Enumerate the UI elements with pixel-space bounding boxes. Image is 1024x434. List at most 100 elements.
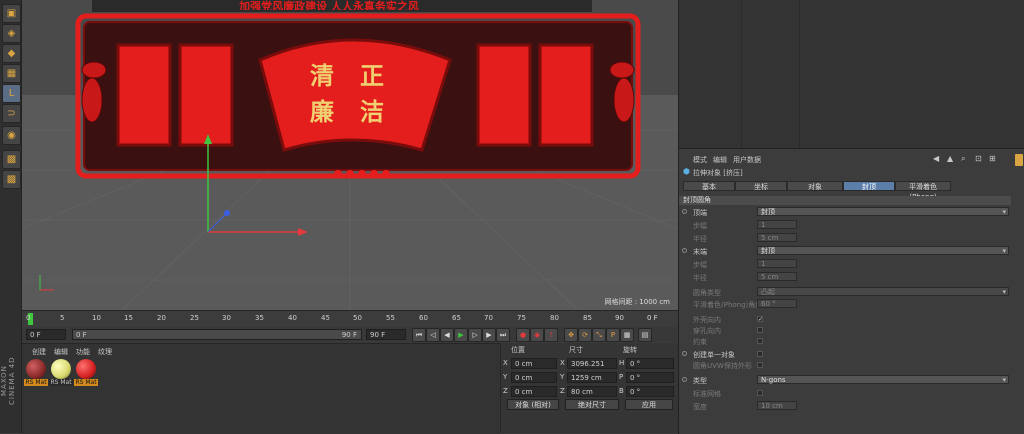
menu-user-data[interactable]: 用户数据 [733,155,761,165]
tab-object[interactable]: 对象 [787,181,843,191]
tab-basic[interactable]: 基本 [683,181,735,191]
range-slider[interactable]: 0 F 90 F [72,329,362,340]
menu-edit[interactable]: 编辑 [713,155,727,165]
hole-inward-label: 穿孔向内 [693,327,721,335]
end-frame-field[interactable]: 90 F [366,329,406,340]
point-key-icon[interactable]: ▦ [620,328,634,342]
animate-dot[interactable] [682,248,687,253]
phong-angle-field[interactable]: 60 ° [757,299,797,308]
extrude-icon: ⬢ [683,167,690,176]
next-frame-icon[interactable]: ▷ [468,328,482,342]
apply-button[interactable]: 应用 [625,399,673,410]
menu-edit[interactable]: 编辑 [54,347,68,357]
material-swatch[interactable]: RS Mat [49,359,73,386]
target-icon[interactable]: ◉ [2,126,21,145]
size-y-field[interactable]: 1259 cm [567,372,617,383]
next-key-icon[interactable]: ▶ [482,328,496,342]
end-cap-dropdown[interactable]: 封顶 [757,246,1009,256]
cube-icon[interactable]: ◆ [2,44,21,63]
checker-icon[interactable]: ▩ [2,150,21,169]
tab-phong[interactable]: 平滑着色(Phong) [895,181,951,201]
record-icon[interactable]: ● [516,328,530,342]
l-shape-icon[interactable]: L [2,84,21,103]
back-arrow-icon[interactable]: ◀ [933,154,939,163]
key-icon[interactable]: ? [544,328,558,342]
axis-b: B [619,387,624,395]
material-manager: 创建 编辑 功能 纹理 RS Mat RS Mat RS Mat [22,343,500,434]
center-text-3: 廉 [310,97,334,126]
play-icon[interactable]: ▶ [454,328,468,342]
3d-viewport[interactable]: 加强党风廉政建设 人人永真务实之风 清 正 廉 洁 网格间距 : 1000 cm [22,0,678,310]
left-toolbar: ▣ ◈ ◆ ▦ L ⊃ ◉ ▩ ▩ MAXON CINEMA 4D [0,0,22,433]
param-key-icon[interactable]: P [606,328,620,342]
menu-function[interactable]: 功能 [76,347,90,357]
position-x-field[interactable]: 0 cm [511,358,557,369]
start-frame-field[interactable]: 0 F [26,329,66,340]
radius-field[interactable]: 5 cm [757,272,797,281]
tick-label: 55 [386,314,395,322]
auto-key-icon[interactable]: ◉ [530,328,544,342]
single-object-checkbox[interactable] [757,351,763,357]
round-type-dropdown[interactable]: 凸起 [757,287,1009,297]
menu-create[interactable]: 创建 [32,347,46,357]
go-end-icon[interactable]: ⏭ [496,328,510,342]
object-title: 拉伸对象 [挤压] [693,169,743,177]
cube-icon[interactable]: ◈ [2,24,21,43]
go-start-icon[interactable]: ⏮ [412,328,426,342]
tick-label: 20 [157,314,166,322]
tab-coordinates[interactable]: 坐标 [735,181,787,191]
magnet-icon[interactable]: ⊃ [2,104,21,123]
top-cap-dropdown[interactable]: 封顶 [757,207,1009,217]
animate-dot[interactable] [682,377,687,382]
radius-field[interactable]: 5 cm [757,233,797,242]
rotate-key-icon[interactable]: ⟳ [578,328,592,342]
tick-label: 85 [583,314,592,322]
standard-mesh-checkbox[interactable] [757,390,763,396]
size-z-field[interactable]: 80 cm [567,386,617,397]
animate-dot[interactable] [682,351,687,356]
position-y-field[interactable]: 0 cm [511,372,557,383]
rotation-p-field[interactable]: 0 ° [626,372,674,383]
step-field[interactable]: 1 [757,220,797,229]
type-dropdown[interactable]: N-gons [757,375,1009,385]
scale-key-icon[interactable]: ⤡ [592,328,606,342]
size-mode-dropdown[interactable]: 绝对尺寸 [565,399,619,410]
material-swatch[interactable]: RS Mat [24,359,48,386]
rotation-b-field[interactable]: 0 ° [626,386,674,397]
width-field[interactable]: 10 cm [757,401,797,410]
constrain-checkbox[interactable] [757,338,763,344]
menu-mode[interactable]: 模式 [693,155,707,165]
width-label: 宽度 [693,403,707,411]
up-arrow-icon[interactable]: ▲ [947,154,953,163]
outer-inward-checkbox[interactable]: ✓ [757,316,763,323]
timeline-ruler[interactable]: 0 5 10 15 20 25 30 35 40 45 50 55 60 65 … [22,310,678,328]
checker-icon[interactable]: ▩ [2,170,21,189]
tick-label: 35 [255,314,264,322]
single-object-label: 创建单一对象 [693,351,735,359]
tab-caps[interactable]: 封顶 [843,181,895,191]
scroll-handle[interactable] [1015,154,1023,166]
coordinate-mode-dropdown[interactable]: 对象 (相对) [507,399,559,410]
hole-inward-checkbox[interactable] [757,327,763,333]
prev-key-icon[interactable]: ◁ [426,328,440,342]
cube-icon[interactable]: ▣ [2,4,21,23]
logo-bottom: CINEMA 4D [8,356,16,406]
grid-icon[interactable]: ▦ [2,64,21,83]
coordinates-panel: 位置 尺寸 旋转 X 0 cm X 3096.251 cm H 0 ° Y 0 … [500,343,679,433]
size-x-field[interactable]: 3096.251 cm [567,358,617,379]
center-text-2: 正 [360,61,384,90]
animate-dot[interactable] [682,209,687,214]
lock-icon[interactable]: ⊡ [975,154,982,163]
rotation-h-field[interactable]: 0 ° [626,358,674,369]
menu-texture[interactable]: 纹理 [98,347,112,357]
settings-icon[interactable]: ⊞ [989,154,996,163]
search-icon[interactable]: ⌕ [961,154,965,164]
step-field[interactable]: 1 [757,259,797,268]
axis-y: Y [560,373,565,381]
film-icon[interactable]: ▤ [638,328,652,342]
uvw-checkbox[interactable] [757,362,763,368]
move-key-icon[interactable]: ✥ [564,328,578,342]
position-z-field[interactable]: 0 cm [511,386,557,397]
prev-frame-icon[interactable]: ◀ [440,328,454,342]
material-swatch[interactable]: RS Mat [74,359,98,386]
